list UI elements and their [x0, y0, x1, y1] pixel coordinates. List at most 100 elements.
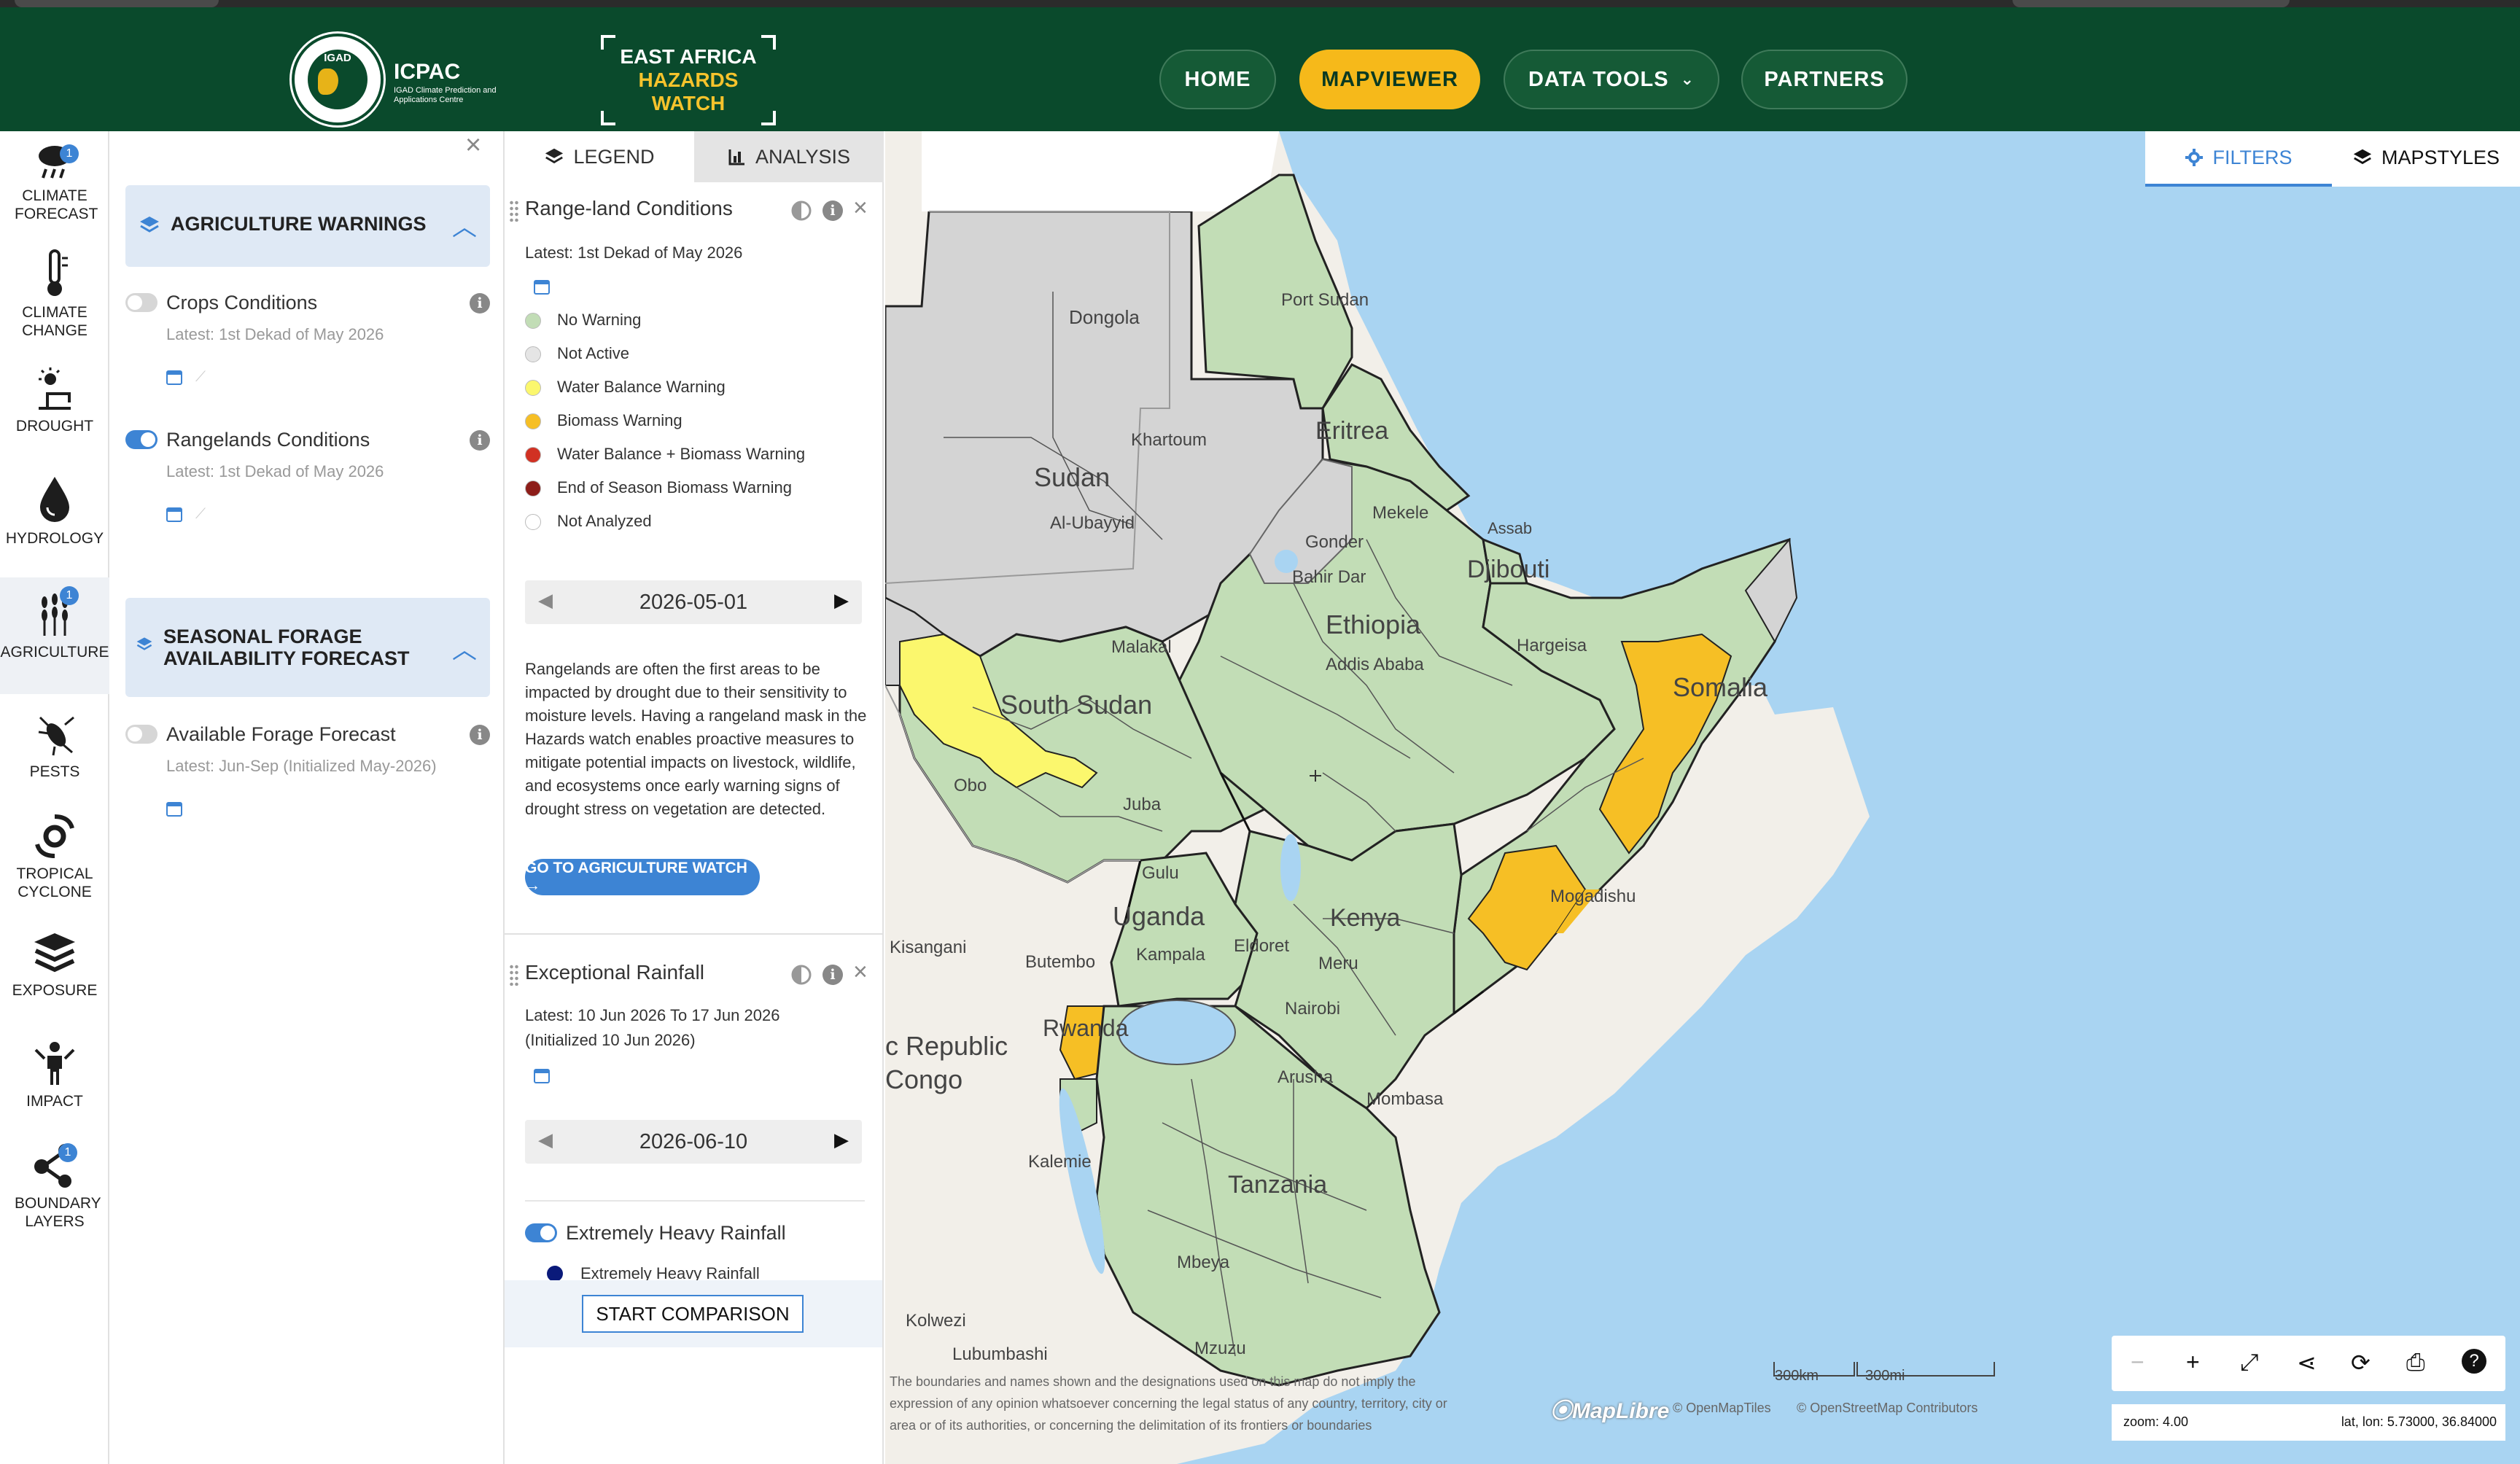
attribution-osm[interactable]: © OpenStreetMap Contributors — [1797, 1397, 1978, 1419]
comparison-bar: START COMPARISON — [505, 1280, 882, 1347]
layer-toggle[interactable] — [125, 430, 158, 449]
close-icon[interactable]: × — [853, 194, 868, 222]
calendar-icon[interactable] — [534, 1069, 550, 1083]
browser-strip-segment — [2012, 0, 2290, 7]
sidebar-item-drought[interactable]: DROUGHT — [0, 365, 109, 467]
layer-available-forage: Available Forage Forecast i Latest: Jun-… — [125, 722, 490, 831]
date-value[interactable]: 2026-05-01 — [525, 591, 862, 615]
map-disclaimer: The boundaries and names shown and the d… — [890, 1371, 1447, 1436]
icpac-logo[interactable]: IGAD ICPAC IGAD Climate Prediction and A… — [292, 34, 510, 128]
next-date-button[interactable]: ▶ — [834, 589, 849, 612]
map-label-ethiopia: Ethiopia — [1326, 610, 1421, 639]
legend-label: Water Balance + Biomass Warning — [557, 445, 806, 463]
info-icon[interactable]: i — [470, 430, 490, 451]
org-name: ICPAC — [394, 60, 461, 84]
pin-icon[interactable]: ⟋ — [195, 369, 206, 386]
rainfall-toggle[interactable] — [525, 1223, 557, 1242]
calendar-icon[interactable] — [166, 507, 182, 522]
sidebar-item-pests[interactable]: PESTS — [0, 700, 109, 802]
map-label-somalia: Somalia — [1673, 672, 1768, 702]
map-canvas[interactable]: Port Sudan Dongola Khartoum Sudan Al-Uba… — [885, 131, 2520, 1464]
date-value[interactable]: 2026-06-10 — [525, 1130, 862, 1154]
layer-toggle[interactable] — [125, 725, 158, 744]
attribution-openmaptiles[interactable]: © OpenMapTiles — [1673, 1397, 1771, 1419]
start-comparison-button[interactable]: START COMPARISON — [582, 1295, 804, 1333]
info-icon[interactable]: i — [822, 200, 843, 221]
chevron-up-icon[interactable]: ︿ — [452, 630, 477, 666]
layer-rangelands-conditions: Rangelands Conditions i Latest: 1st Deka… — [125, 427, 490, 537]
map-label-djibouti: Djibouti — [1467, 556, 1550, 583]
legend-label: Biomass Warning — [557, 411, 682, 429]
tab-filters[interactable]: FILTERS — [2145, 131, 2332, 187]
sidebar-label: CLIMATE FORECAST — [15, 187, 98, 222]
sidebar-badge: 1 — [60, 586, 79, 605]
group-title: AGRICULTURE WARNINGS — [171, 213, 427, 235]
group-agriculture-warnings[interactable]: AGRICULTURE WARNINGS ︿ — [125, 185, 490, 267]
browser-strip-segment — [15, 0, 219, 7]
map-label-port-sudan: Port Sudan — [1281, 290, 1369, 310]
map-label-uganda: Uganda — [1113, 901, 1205, 931]
sidebar-item-exposure[interactable]: EXPOSURE — [0, 919, 109, 1028]
sidebar-item-tropical-cyclone[interactable]: TROPICAL CYCLONE — [0, 802, 109, 919]
legend-label: Not Analyzed — [557, 512, 652, 530]
tab-mapstyles[interactable]: MAPSTYLES — [2332, 131, 2520, 187]
map-label-nairobi: Nairobi — [1285, 999, 1341, 1019]
drag-handle-icon[interactable] — [509, 964, 519, 986]
map-label-meru: Meru — [1318, 954, 1358, 973]
map-label-kisangani: Kisangani — [890, 938, 967, 957]
sidebar-item-climate-forecast[interactable]: 1 CLIMATE FORECAST — [0, 139, 109, 248]
zoom-in-icon[interactable]: + — [2186, 1349, 2200, 1376]
map-label-eritrea: Eritrea — [1315, 417, 1389, 445]
maplibre-logo[interactable]: ⦿MapLibre — [1550, 1393, 1669, 1425]
close-icon[interactable]: × — [465, 131, 481, 159]
nav-datatools-button[interactable]: DATA TOOLS ⌄ — [1504, 50, 1719, 109]
fullscreen-icon[interactable]: ⤢ — [2240, 1349, 2259, 1377]
close-icon[interactable]: × — [853, 958, 868, 986]
map-label-mogadishu: Mogadishu — [1550, 887, 1636, 906]
brand-logo[interactable]: EAST AFRICA HAZARDS WATCH — [601, 35, 776, 125]
calendar-icon[interactable] — [166, 370, 182, 385]
scale-label-mi: 300mi — [1865, 1368, 1905, 1384]
go-to-agriculture-watch-button[interactable]: GO TO AGRICULTURE WATCH → — [525, 859, 760, 895]
sidebar-item-boundary-layers[interactable]: 1 BOUNDARY LAYERS — [0, 1132, 109, 1248]
nav-partners-button[interactable]: PARTNERS — [1741, 50, 1908, 109]
refresh-icon[interactable]: ⟳ — [2351, 1349, 2371, 1377]
zoom-out-icon[interactable]: − — [2131, 1349, 2144, 1376]
info-icon[interactable]: i — [822, 965, 843, 985]
legend-tabs: LEGEND ANALYSIS — [505, 131, 884, 182]
sidebar-item-hydrology[interactable]: HYDROLOGY — [0, 474, 109, 576]
legend-latest-line-1: Latest: 10 Jun 2026 To 17 Jun 2026 — [525, 1006, 780, 1024]
info-icon[interactable]: i — [470, 293, 490, 314]
group-seasonal-forage[interactable]: SEASONAL FORAGE AVAILABILITY FORECAST ︿ — [125, 598, 490, 697]
layer-toggle[interactable] — [125, 293, 158, 312]
maplibre-text: MapLibre — [1572, 1399, 1670, 1423]
map-label-mombasa: Mombasa — [1366, 1089, 1444, 1109]
print-icon[interactable]: ⎙ — [2406, 1349, 2425, 1377]
calendar-icon[interactable] — [534, 280, 550, 295]
category-sidebar: 1 CLIMATE FORECAST CLIMATE CHANGE DROUGH… — [0, 131, 109, 1464]
chevron-up-icon[interactable]: ︿ — [452, 207, 477, 243]
brand-line-3: WATCH — [651, 92, 726, 114]
pin-icon[interactable]: ⟋ — [195, 506, 206, 523]
help-icon[interactable]: ? — [2462, 1349, 2486, 1374]
opacity-icon[interactable] — [790, 200, 812, 222]
nav-mapviewer-button[interactable]: MAPVIEWER — [1299, 50, 1480, 109]
tab-label: MAPSTYLES — [2381, 146, 2500, 168]
toggle-label: Extremely Heavy Rainfall — [566, 1222, 786, 1244]
tab-analysis[interactable]: ANALYSIS — [694, 131, 884, 182]
sidebar-item-climate-change[interactable]: CLIMATE CHANGE — [0, 248, 109, 357]
app-header: IGAD ICPAC IGAD Climate Prediction and A… — [0, 7, 2520, 131]
nav-home-button[interactable]: HOME — [1159, 50, 1276, 109]
sidebar-item-impact[interactable]: IMPACT — [0, 1029, 109, 1139]
calendar-icon[interactable] — [166, 802, 182, 817]
share-icon[interactable]: ⋖ — [2297, 1349, 2317, 1377]
tab-legend[interactable]: LEGEND — [505, 131, 694, 182]
sidebar-item-agriculture[interactable]: 1 AGRICULTURE — [0, 577, 109, 694]
next-date-button[interactable]: ▶ — [834, 1129, 849, 1151]
divider — [525, 1200, 865, 1202]
opacity-icon[interactable] — [790, 964, 812, 986]
drag-handle-icon[interactable] — [509, 200, 519, 222]
legend-title: Exceptional Rainfall — [525, 961, 704, 984]
info-icon[interactable]: i — [470, 725, 490, 745]
layers-icon — [2353, 149, 2372, 165]
